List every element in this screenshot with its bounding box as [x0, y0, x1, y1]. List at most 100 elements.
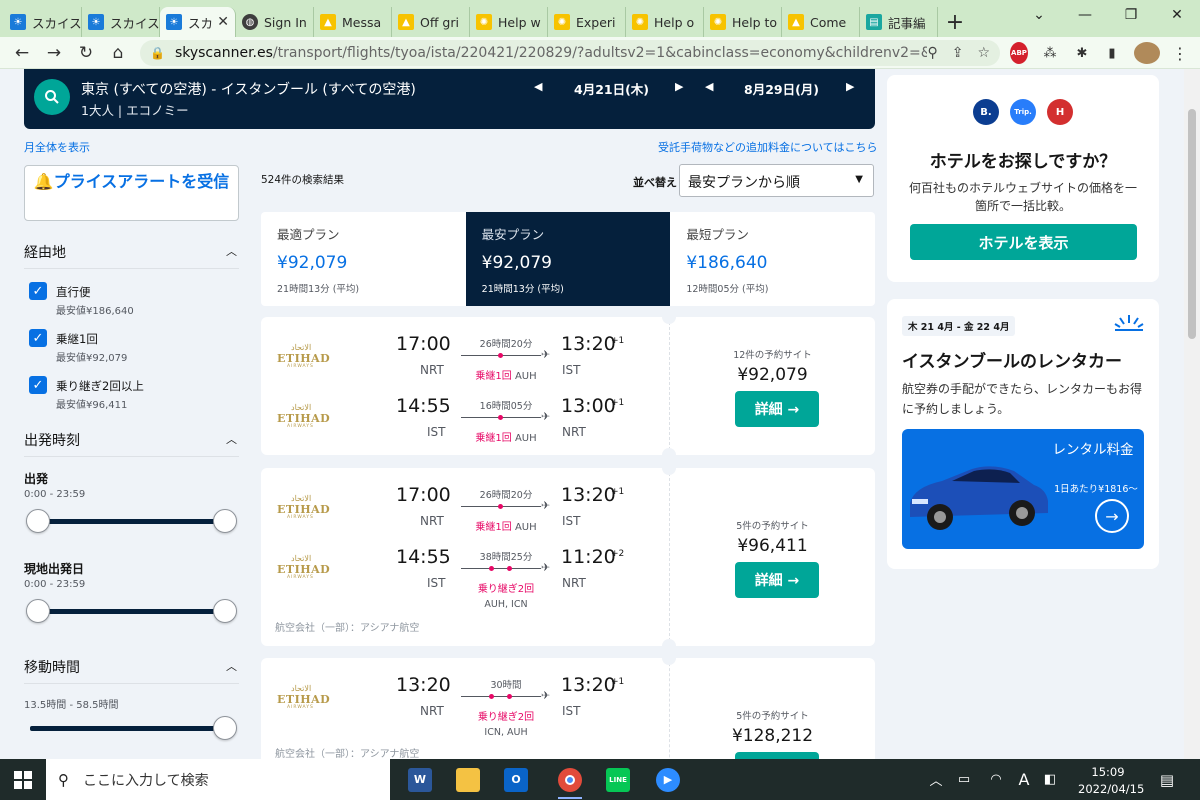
line-app-icon[interactable]: LINE — [596, 763, 640, 796]
zoom-app-icon[interactable]: ▶ — [646, 763, 690, 796]
show-hotels-button[interactable]: ホテルを表示 — [910, 224, 1137, 260]
browser-tab[interactable]: ☀ スカイス — [82, 7, 160, 37]
checkbox-one-stop[interactable]: ✓ — [29, 329, 47, 347]
battery-icon[interactable]: ▭ — [947, 772, 981, 787]
chevron-up-icon[interactable]: ︿ — [925, 770, 947, 789]
car-rental-banner[interactable]: レンタル料金 1日あたり¥1816〜 → — [902, 429, 1144, 549]
checkbox-direct[interactable]: ✓ — [29, 282, 47, 300]
page-scrollbar[interactable] — [1184, 69, 1200, 759]
next-depart-date-icon[interactable]: ▶ — [675, 80, 683, 93]
slider-handle-max[interactable] — [213, 599, 237, 623]
filter-stops-title[interactable]: 経由地 — [24, 242, 66, 262]
windows-start-button[interactable] — [0, 759, 46, 800]
next-return-date-icon[interactable]: ▶ — [846, 80, 854, 93]
leg-stops: 乗継1回 AUH — [446, 367, 566, 382]
details-button[interactable] — [735, 752, 819, 759]
wifi-icon[interactable]: ◠ — [981, 772, 1011, 787]
stop-dot — [507, 694, 512, 699]
file-explorer-icon[interactable] — [446, 763, 490, 796]
back-icon[interactable]: ← — [6, 37, 38, 69]
prev-depart-date-icon[interactable]: ◀ — [534, 80, 542, 93]
flight-card[interactable]: الاتحاد ETIHAD AIRWAYS 17:00 NRT 26時間20分 ✈… — [261, 468, 875, 646]
checkbox-two-plus-stops[interactable]: ✓ — [29, 376, 47, 394]
tab-fastest[interactable]: 最短プラン ¥186,640 12時間05分 (平均) — [670, 212, 875, 306]
leg-duration: 30時間 — [490, 680, 522, 691]
slider-handle-min[interactable] — [26, 599, 50, 623]
chevron-up-icon[interactable]: ︿ — [226, 243, 237, 259]
slider-handle-min[interactable] — [26, 509, 50, 533]
avatar[interactable] — [1134, 42, 1160, 64]
details-button[interactable]: 詳細 → — [735, 391, 819, 427]
tab-cheapest[interactable]: 最安プラン ¥92,079 21時間13分 (平均) — [465, 212, 671, 306]
extension-icon[interactable]: ⁂ — [1040, 42, 1060, 64]
scrollbar-thumb[interactable] — [1188, 109, 1196, 339]
browser-tab[interactable]: ▤ 記事編 — [860, 7, 938, 37]
chevron-up-icon[interactable]: ︿ — [226, 658, 237, 674]
restore-icon[interactable]: ❐ — [1108, 0, 1154, 30]
new-tab-button[interactable]: + — [938, 7, 972, 37]
filter-direct-price: 最安値¥186,640 — [56, 306, 134, 317]
chrome-app-icon[interactable] — [548, 763, 592, 799]
chevron-down-icon[interactable]: ⌄ — [1016, 0, 1062, 30]
slider-handle-max[interactable] — [213, 716, 237, 740]
prev-return-date-icon[interactable]: ◀ — [705, 80, 713, 93]
search-button[interactable] — [34, 79, 70, 115]
zoom-icon[interactable]: ⚲ — [927, 45, 937, 61]
flight-card[interactable]: الاتحاد ETIHAD AIRWAYS 13:20 NRT 30時間 ✈ 乗り… — [261, 658, 875, 759]
forward-icon[interactable]: → — [38, 37, 70, 69]
leg-depart-time: 14:55 — [396, 546, 451, 568]
arrow-right-icon[interactable]: → — [1095, 499, 1129, 533]
depart-date[interactable]: 4月21日(木) — [574, 79, 649, 98]
taskbar-clock[interactable]: 15:09 2022/04/15 — [1078, 764, 1144, 798]
rental-banner-price: 1日あたり¥1816〜 — [1054, 484, 1138, 495]
browser-tab[interactable]: ✺ Help o — [626, 7, 704, 37]
close-window-icon[interactable]: ✕ — [1154, 0, 1200, 30]
browser-tab[interactable]: ▲ Messa — [314, 7, 392, 37]
browser-tab[interactable]: ▲ Off gri — [392, 7, 470, 37]
search-summary-bar[interactable]: 東京 (すべての空港) - イスタンブール (すべての空港) 1大人 | エコノ… — [24, 69, 875, 129]
duration-slider[interactable] — [30, 726, 226, 731]
adblock-icon[interactable]: ABP — [1010, 42, 1028, 64]
ime-indicator[interactable]: A — [1011, 770, 1037, 789]
word-app-icon[interactable]: W — [398, 763, 442, 796]
minimize-icon[interactable]: — — [1062, 0, 1108, 30]
browser-tab[interactable]: ✺ Help to — [704, 7, 782, 37]
browser-tab[interactable]: ☀ スカイス — [4, 7, 82, 37]
slider-handle-max[interactable] — [213, 509, 237, 533]
return-time-slider[interactable] — [30, 609, 226, 614]
home-icon[interactable]: ⌂ — [102, 37, 134, 69]
share-icon[interactable]: ⇪ — [952, 45, 964, 61]
lock-icon[interactable]: 🔒 — [150, 46, 165, 60]
tent-icon: ▲ — [320, 14, 336, 30]
browser-tab[interactable]: ▲ Come — [782, 7, 860, 37]
outlook-app-icon[interactable]: O — [494, 763, 538, 796]
notifications-icon[interactable]: ▤ — [1152, 759, 1182, 800]
flight-card[interactable]: الاتحاد ETIHAD AIRWAYS 17:00 NRT 26時間20分 ✈… — [261, 317, 875, 455]
menu-dots-icon[interactable]: ⋮ — [1170, 42, 1190, 64]
car-rental-ad-card[interactable]: 木 21 4月 - 金 22 4月 イスタンブールのレンタカー 航空券の手配がで… — [887, 299, 1159, 569]
sort-select[interactable]: 最安プランから順 ▼ — [679, 164, 874, 197]
filter-duration-title[interactable]: 移動時間 — [24, 657, 80, 677]
return-date[interactable]: 8月29日(月) — [744, 79, 819, 98]
outbound-time-slider[interactable] — [30, 519, 226, 524]
whole-month-link[interactable]: 月全体を表示 — [24, 139, 90, 155]
close-tab-icon[interactable]: ✕ — [217, 14, 229, 30]
details-button[interactable]: 詳細 → — [735, 562, 819, 598]
reload-icon[interactable]: ↻ — [70, 37, 102, 69]
side-panel-icon[interactable]: ▮ — [1102, 42, 1122, 64]
leg-via: AUH — [514, 371, 537, 382]
tab-best[interactable]: 最適プラン ¥92,079 21時間13分 (平均) — [261, 212, 466, 306]
puzzle-icon[interactable]: ✱ — [1072, 42, 1092, 64]
address-bar[interactable]: 🔒 skyscanner.es/transport/flights/tyoa/i… — [140, 40, 1000, 66]
extra-fees-link[interactable]: 受託手荷物などの追加料金についてはこちら — [658, 139, 877, 155]
bookmark-star-icon[interactable]: ☆ — [977, 45, 990, 61]
chevron-up-icon[interactable]: ︿ — [226, 431, 237, 447]
price-alert-button[interactable]: 🔔プライスアラートを受信 — [24, 165, 239, 221]
taskbar-search[interactable]: ⚲ ここに入力して検索 — [46, 759, 390, 800]
browser-tab[interactable]: ✺ Help w — [470, 7, 548, 37]
browser-tab-active[interactable]: ☀ スカ ✕ — [160, 7, 236, 37]
ime-pad-icon[interactable]: ◧ — [1037, 772, 1063, 787]
browser-tab[interactable]: ✺ Experi — [548, 7, 626, 37]
browser-tab[interactable]: ◍ Sign In — [236, 7, 314, 37]
filter-departure-title[interactable]: 出発時刻 — [24, 430, 80, 450]
